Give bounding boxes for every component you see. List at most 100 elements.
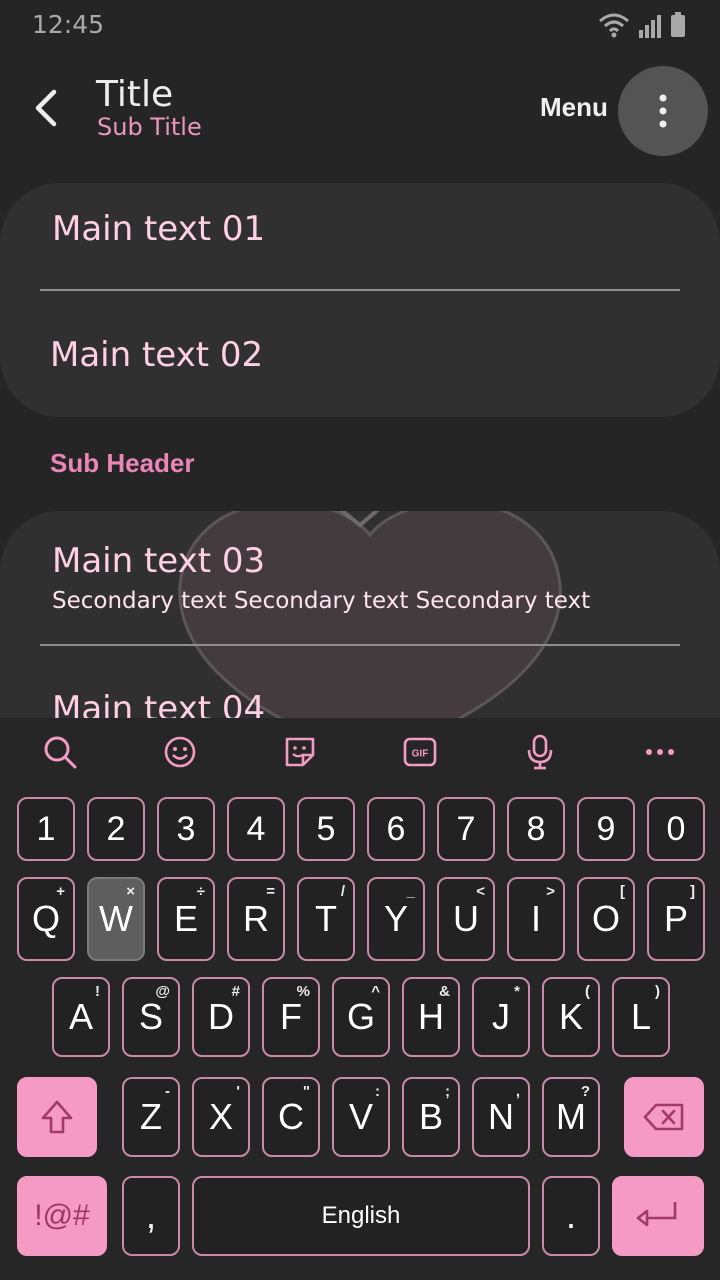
list-item-2[interactable]: Main text 02 bbox=[50, 335, 263, 375]
key-s[interactable]: @ S bbox=[122, 977, 180, 1057]
backspace-icon bbox=[643, 1103, 684, 1131]
list-divider bbox=[40, 289, 680, 291]
menu-button[interactable]: Menu bbox=[540, 92, 608, 123]
shift-button[interactable] bbox=[17, 1077, 97, 1157]
backspace-button[interactable] bbox=[624, 1077, 704, 1157]
key-hint: = bbox=[266, 883, 275, 900]
key-e[interactable]: ÷ E bbox=[157, 877, 215, 961]
key-q[interactable]: + Q bbox=[17, 877, 75, 961]
key-hint: + bbox=[56, 883, 65, 900]
key-label: M bbox=[556, 1096, 586, 1137]
key-i[interactable]: > I bbox=[507, 877, 565, 961]
key-label: R bbox=[243, 898, 269, 939]
key-t[interactable]: / T bbox=[297, 877, 355, 961]
key-0[interactable]: 0 bbox=[647, 797, 705, 861]
key-label: 7 bbox=[456, 809, 476, 848]
key-hint: ? bbox=[580, 1083, 590, 1100]
key-k[interactable]: (K bbox=[542, 977, 600, 1057]
key-4[interactable]: 4 bbox=[227, 797, 285, 861]
space-bar-label: English bbox=[321, 1202, 401, 1229]
more-horiz-icon[interactable] bbox=[640, 732, 680, 772]
key-1[interactable]: 1 bbox=[17, 797, 75, 861]
key-f[interactable]: % F bbox=[262, 977, 320, 1057]
key-label: U bbox=[453, 898, 479, 939]
key-w[interactable]: × W bbox=[87, 877, 145, 961]
symbols-button[interactable]: !@# bbox=[17, 1176, 107, 1256]
key-o[interactable]: [O bbox=[577, 877, 635, 961]
key-j[interactable]: * J bbox=[472, 977, 530, 1057]
key-label: 5 bbox=[316, 809, 336, 848]
key-x[interactable]: ' X bbox=[192, 1077, 250, 1157]
key-6[interactable]: 6 bbox=[367, 797, 425, 861]
key-n[interactable]: ,N bbox=[472, 1077, 530, 1157]
chevron-left-icon bbox=[35, 89, 57, 127]
key-label: 6 bbox=[386, 809, 406, 848]
key-label: B bbox=[418, 1096, 443, 1137]
key-9[interactable]: 9 bbox=[577, 797, 635, 861]
status-bar: 12:45 bbox=[0, 0, 720, 52]
key-label: F bbox=[280, 996, 302, 1037]
key-label: T bbox=[315, 898, 337, 939]
more-options-button[interactable] bbox=[618, 66, 708, 156]
key-label: Q bbox=[31, 898, 60, 939]
key-label: J bbox=[492, 996, 510, 1037]
key-label: 2 bbox=[106, 809, 126, 848]
list-item-1[interactable]: Main text 01 bbox=[52, 209, 265, 249]
key-period[interactable]: . bbox=[542, 1176, 600, 1256]
status-icons bbox=[598, 12, 686, 38]
shift-icon bbox=[41, 1100, 73, 1134]
key-7[interactable]: 7 bbox=[437, 797, 495, 861]
key-hint: / bbox=[340, 883, 345, 900]
key-3[interactable]: 3 bbox=[157, 797, 215, 861]
page-title: Title bbox=[96, 74, 174, 115]
key-hint: , bbox=[515, 1083, 520, 1100]
key-r[interactable]: = R bbox=[227, 877, 285, 961]
sticker-icon[interactable] bbox=[280, 732, 320, 772]
key-2[interactable]: 2 bbox=[87, 797, 145, 861]
key-label: X bbox=[208, 1096, 233, 1137]
key-label: H bbox=[418, 996, 444, 1037]
key-d[interactable]: # D bbox=[192, 977, 250, 1057]
key-p[interactable]: ] P bbox=[647, 877, 705, 961]
key-label: S bbox=[138, 996, 163, 1037]
key-b[interactable]: ; B bbox=[402, 1077, 460, 1157]
key-hint: & bbox=[439, 983, 450, 1000]
key-hint: ; bbox=[445, 1083, 450, 1100]
key-hint: ÷ bbox=[196, 883, 205, 900]
space-bar[interactable]: English bbox=[192, 1176, 530, 1256]
key-label: D bbox=[208, 996, 234, 1037]
status-time: 12:45 bbox=[32, 10, 105, 39]
key-comma[interactable]: , bbox=[122, 1176, 180, 1256]
key-g[interactable]: ^ G bbox=[332, 977, 390, 1057]
key-h[interactable]: & H bbox=[402, 977, 460, 1057]
search-icon[interactable] bbox=[40, 732, 80, 772]
gif-icon[interactable]: GIF bbox=[400, 732, 440, 772]
back-button[interactable] bbox=[24, 80, 68, 136]
key-y[interactable]: _ Y bbox=[367, 877, 425, 961]
emoji-icon[interactable] bbox=[160, 732, 200, 772]
key-m[interactable]: ? M bbox=[542, 1077, 600, 1157]
key-8[interactable]: 8 bbox=[507, 797, 565, 861]
key-u[interactable]: < U bbox=[437, 877, 495, 961]
enter-icon bbox=[636, 1202, 677, 1227]
key-label: W bbox=[99, 898, 133, 939]
key-hint: ' bbox=[236, 1083, 240, 1100]
key-label: L bbox=[630, 996, 652, 1037]
enter-button[interactable] bbox=[612, 1176, 704, 1256]
key-label: !@# bbox=[34, 1199, 90, 1232]
key-hint: _ bbox=[406, 883, 415, 900]
key-hint: ) bbox=[655, 983, 660, 1000]
key-v[interactable]: :V bbox=[332, 1077, 390, 1157]
key-l[interactable]: ) L bbox=[612, 977, 670, 1057]
key-hint: > bbox=[546, 883, 555, 900]
key-hint: × bbox=[126, 883, 135, 900]
key-z[interactable]: -Z bbox=[122, 1077, 180, 1157]
microphone-icon[interactable] bbox=[520, 732, 560, 772]
key-label: N bbox=[488, 1096, 514, 1137]
key-c[interactable]: " C bbox=[262, 1077, 320, 1157]
key-5[interactable]: 5 bbox=[297, 797, 355, 861]
key-a[interactable]: ! A bbox=[52, 977, 110, 1057]
key-label: P bbox=[663, 898, 688, 939]
key-label: O bbox=[591, 898, 620, 939]
list-item-3[interactable]: Main text 03 bbox=[52, 541, 265, 581]
